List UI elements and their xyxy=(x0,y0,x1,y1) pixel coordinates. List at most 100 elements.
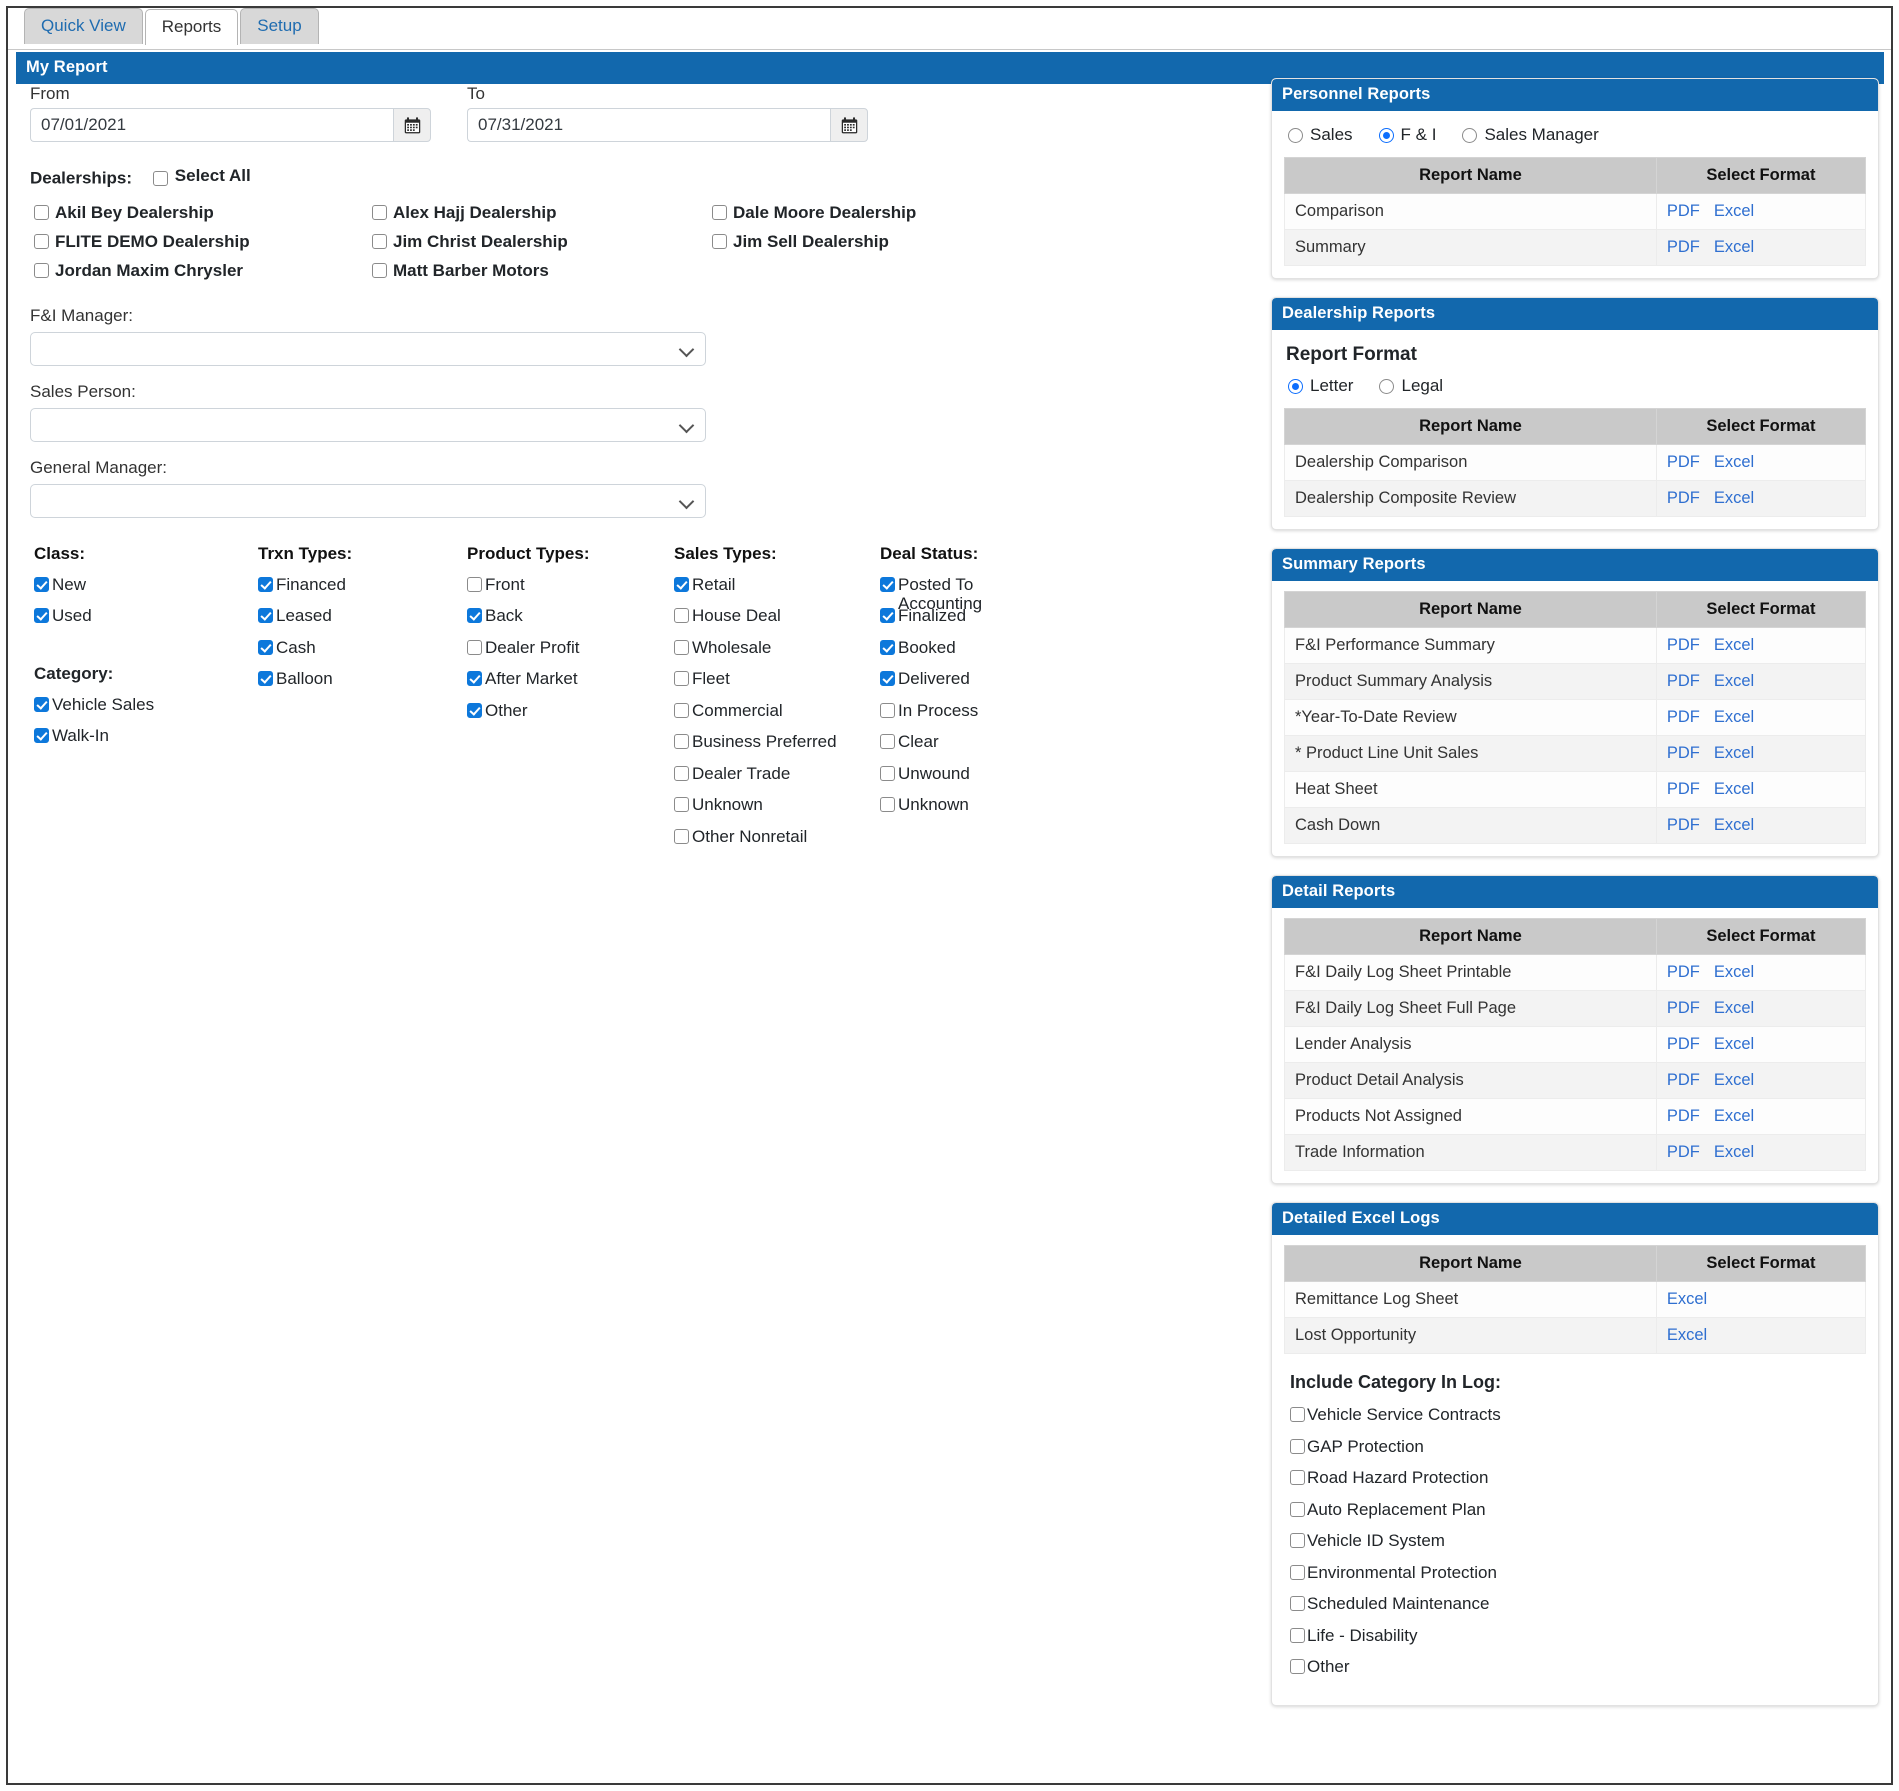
class-new-checkbox[interactable] xyxy=(34,576,49,592)
filter-option[interactable]: Commercial xyxy=(674,701,837,733)
category-scheduled-maintenance-checkbox[interactable] xyxy=(1290,1596,1305,1611)
pdf-link[interactable]: PDF xyxy=(1667,744,1700,762)
pdf-link[interactable]: PDF xyxy=(1667,1107,1700,1125)
select-all-checkbox[interactable] xyxy=(152,170,168,186)
tab-reports[interactable]: Reports xyxy=(144,9,239,45)
pdf-link[interactable]: PDF xyxy=(1667,202,1700,220)
status-booked-checkbox[interactable] xyxy=(880,639,895,655)
category-road-hazard-protection-checkbox[interactable] xyxy=(1290,1470,1305,1485)
filter-option[interactable]: House Deal xyxy=(674,606,837,638)
pdf-link[interactable]: PDF xyxy=(1667,963,1700,981)
personnel-radio-fi[interactable]: F & I xyxy=(1378,125,1436,145)
letter-radio[interactable] xyxy=(1288,379,1303,394)
sales-retail-checkbox[interactable] xyxy=(674,576,689,592)
product-front-checkbox[interactable] xyxy=(467,576,482,592)
status-unwound-checkbox[interactable] xyxy=(880,765,895,781)
personnel-fi-radio[interactable] xyxy=(1378,128,1394,143)
category-option[interactable]: Vehicle Service Contracts xyxy=(1290,1405,1864,1437)
filter-option[interactable]: Front xyxy=(467,575,589,607)
personnel-radio-sales[interactable]: Sales xyxy=(1288,125,1353,145)
personnel-sales-manager-radio[interactable] xyxy=(1462,128,1478,143)
excel-link[interactable]: Excel xyxy=(1714,708,1754,726)
excel-link[interactable]: Excel xyxy=(1714,1107,1754,1125)
filter-option[interactable]: Back xyxy=(467,606,589,638)
excel-link[interactable]: Excel xyxy=(1714,1143,1754,1161)
dealership-item[interactable]: Alex Hajj Dealership xyxy=(372,203,556,223)
filter-option[interactable]: Balloon xyxy=(258,669,352,701)
format-radio-letter[interactable]: Letter xyxy=(1288,376,1353,396)
sales-other-nonretail-checkbox[interactable] xyxy=(674,828,689,844)
filter-option[interactable]: Dealer Trade xyxy=(674,764,837,796)
category-option[interactable]: Other xyxy=(1290,1657,1864,1689)
legal-radio[interactable] xyxy=(1379,379,1395,394)
format-radio-legal[interactable]: Legal xyxy=(1379,376,1443,396)
excel-link[interactable]: Excel xyxy=(1714,963,1754,981)
category-option[interactable]: Road Hazard Protection xyxy=(1290,1468,1864,1500)
dealership-checkbox[interactable] xyxy=(34,262,49,278)
filter-option[interactable]: Walk-In xyxy=(34,726,154,758)
category-walk-in-checkbox[interactable] xyxy=(34,728,49,743)
dealership-item[interactable]: Matt Barber Motors xyxy=(372,261,549,281)
from-date-input[interactable] xyxy=(30,108,393,142)
excel-link[interactable]: Excel xyxy=(1714,636,1754,654)
filter-option[interactable]: Wholesale xyxy=(674,638,837,670)
status-posted-to-accounting-checkbox[interactable] xyxy=(880,576,895,592)
category-life-disability-checkbox[interactable] xyxy=(1290,1627,1305,1643)
category-vehicle-sales-checkbox[interactable] xyxy=(34,696,49,712)
product-other-checkbox[interactable] xyxy=(467,702,482,718)
to-date-input[interactable] xyxy=(467,108,830,142)
filter-option[interactable]: Financed xyxy=(258,575,352,607)
filter-option[interactable]: Unwound xyxy=(880,764,1040,796)
category-auto-replacement-plan-checkbox[interactable] xyxy=(1290,1501,1305,1517)
dealership-checkbox[interactable] xyxy=(34,233,49,249)
dealership-checkbox[interactable] xyxy=(712,204,727,220)
sales-dealer-trade-checkbox[interactable] xyxy=(674,765,689,781)
sales-fleet-checkbox[interactable] xyxy=(674,671,689,686)
tab-setup[interactable]: Setup xyxy=(240,8,319,44)
filter-option[interactable]: Vehicle Sales xyxy=(34,695,154,727)
category-gap-protection-checkbox[interactable] xyxy=(1290,1438,1305,1454)
excel-link[interactable]: Excel xyxy=(1714,453,1754,471)
category-environmental-protection-checkbox[interactable] xyxy=(1290,1564,1305,1580)
sales-business-preferred-checkbox[interactable] xyxy=(674,734,689,749)
pdf-link[interactable]: PDF xyxy=(1667,780,1700,798)
dealership-checkbox[interactable] xyxy=(372,233,387,249)
status-finalized-checkbox[interactable] xyxy=(880,608,895,623)
filter-option[interactable]: Other xyxy=(467,701,589,733)
pdf-link[interactable]: PDF xyxy=(1667,1143,1700,1161)
filter-option[interactable]: Fleet xyxy=(674,669,837,701)
pdf-link[interactable]: PDF xyxy=(1667,489,1700,507)
dealership-item[interactable]: Dale Moore Dealership xyxy=(712,203,916,223)
select-all-dealerships[interactable]: Select All xyxy=(152,166,251,186)
personnel-radio-sales-manager[interactable]: Sales Manager xyxy=(1462,125,1599,145)
excel-link[interactable]: Excel xyxy=(1714,1035,1754,1053)
filter-option[interactable]: After Market xyxy=(467,669,589,701)
filter-option[interactable]: Posted To Accounting xyxy=(880,575,1040,613)
category-vehicle-id-system-checkbox[interactable] xyxy=(1290,1533,1305,1548)
sales-unknown-checkbox[interactable] xyxy=(674,797,689,812)
filter-option[interactable]: Unknown xyxy=(880,795,1040,827)
sales-wholesale-checkbox[interactable] xyxy=(674,639,689,655)
status-in-process-checkbox[interactable] xyxy=(880,702,895,718)
filter-option[interactable]: Other Nonretail xyxy=(674,827,837,859)
pdf-link[interactable]: PDF xyxy=(1667,672,1700,690)
dealership-item[interactable]: FLITE DEMO Dealership xyxy=(34,232,250,252)
excel-link[interactable]: Excel xyxy=(1714,780,1754,798)
category-option[interactable]: Life - Disability xyxy=(1290,1626,1864,1658)
excel-link[interactable]: Excel xyxy=(1667,1326,1707,1344)
excel-link[interactable]: Excel xyxy=(1714,1071,1754,1089)
filter-option[interactable]: Clear xyxy=(880,732,1040,764)
filter-option[interactable]: Retail xyxy=(674,575,837,607)
category-option[interactable]: GAP Protection xyxy=(1290,1437,1864,1469)
dealership-checkbox[interactable] xyxy=(712,233,727,249)
filter-option[interactable]: Delivered xyxy=(880,669,1040,701)
filter-option[interactable]: Cash xyxy=(258,638,352,670)
filter-option[interactable]: Unknown xyxy=(674,795,837,827)
product-after-market-checkbox[interactable] xyxy=(467,671,482,686)
class-used-checkbox[interactable] xyxy=(34,608,49,623)
excel-link[interactable]: Excel xyxy=(1714,672,1754,690)
pdf-link[interactable]: PDF xyxy=(1667,999,1700,1017)
sales-person-select[interactable] xyxy=(30,407,706,442)
pdf-link[interactable]: PDF xyxy=(1667,238,1700,256)
dealership-checkbox[interactable] xyxy=(34,204,49,220)
